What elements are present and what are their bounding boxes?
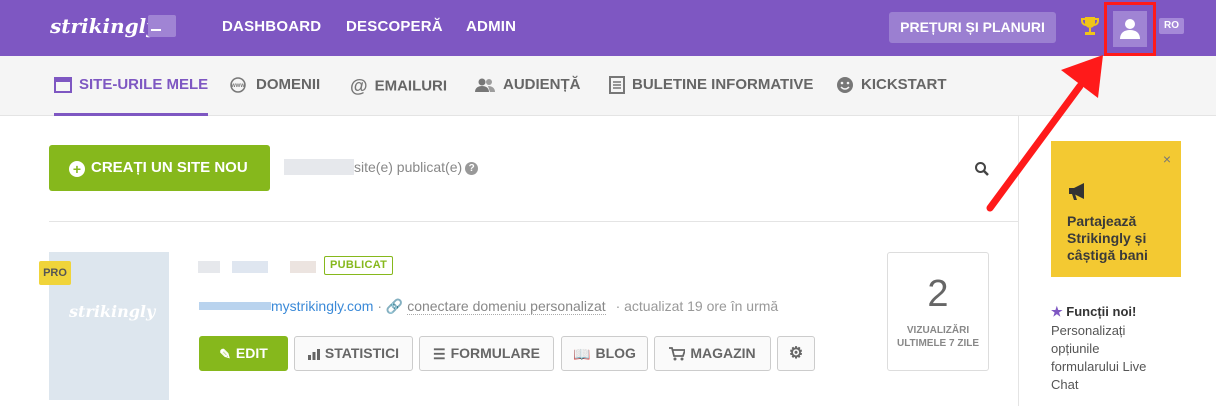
stats-label: STATISTICI [324, 345, 400, 361]
tab-label: EMAILURI [374, 77, 448, 95]
trophy-icon[interactable] [1080, 15, 1100, 37]
blog-label: BLOG [595, 345, 636, 361]
views-count: 2 [927, 273, 949, 315]
status-badge: PUBLICAT [324, 256, 394, 275]
smiley-icon [837, 77, 853, 94]
list-divider [49, 221, 1018, 222]
forms-button[interactable]: ☰ FORMULARE [419, 336, 554, 371]
blog-button[interactable]: 📖 BLOG [561, 336, 648, 371]
link-icon: 🔗 [385, 298, 404, 314]
strikingly-logo[interactable]: strikingly [50, 14, 158, 38]
svg-text:www: www [230, 83, 245, 89]
bar-chart-icon [307, 349, 320, 361]
store-label: MAGAZIN [690, 345, 756, 361]
tab-label: SITE-URILE MELE [79, 76, 209, 93]
tab-label: AUDIENȚĂ [503, 76, 581, 93]
new-features-title: ★ Funcții noi! [1051, 304, 1136, 320]
forms-label: FORMULARE [450, 345, 540, 361]
tab-domains[interactable]: www DOMENII [227, 76, 320, 116]
sub-navbar: SITE-URILE MELE www DOMENII @ EMAILURI AUD… [0, 56, 1216, 116]
stats-button[interactable]: STATISTICI [294, 336, 413, 371]
close-icon[interactable]: × [1163, 151, 1171, 167]
views-label: VIZUALIZĂRI [906, 325, 970, 336]
updated-text: · actualizat 19 ore în urmă [615, 298, 779, 314]
newsletter-icon [609, 76, 625, 95]
pro-badge: PRO [39, 261, 71, 285]
site-name-redacted[interactable] [198, 260, 316, 278]
search-icon[interactable] [974, 161, 990, 177]
user-menu-button[interactable] [1104, 2, 1156, 56]
www-icon: www [230, 77, 246, 93]
help-icon[interactable]: ? [465, 162, 479, 175]
promo-text: Partajează Strikingly și câștigă bani [1067, 213, 1148, 263]
redacted-subdomain [199, 302, 271, 310]
views-card: 2 VIZUALIZĂRI ULTIMELE 7 ZILE [887, 252, 989, 371]
sidebar-divider [1018, 116, 1019, 406]
site-url-link[interactable]: mystrikingly.com [271, 298, 373, 314]
browser-icon [54, 77, 72, 94]
gear-icon: ⚙ [788, 345, 804, 362]
tab-kickstart[interactable]: KICKSTART [836, 76, 947, 116]
list-icon: ☰ [433, 345, 446, 362]
nav-discover[interactable]: DESCOPERĂ [346, 18, 443, 35]
nav-dashboard[interactable]: DASHBOARD [222, 18, 321, 35]
pricing-button[interactable]: PREȚURI ȘI PLANURI [889, 12, 1056, 43]
users-icon [475, 78, 495, 93]
tab-label: BULETINE INFORMATIVE [632, 76, 814, 93]
published-count: site(e) publicat(e)? [284, 159, 479, 175]
pencil-icon: ✎ [219, 345, 231, 362]
user-icon [1120, 19, 1140, 39]
tab-my-sites[interactable]: SITE-URILE MELE [54, 76, 209, 116]
tab-newsletters[interactable]: BULETINE INFORMATIVE [609, 76, 813, 116]
tab-emails[interactable]: @ EMAILURI [350, 76, 447, 116]
tab-audience[interactable]: AUDIENȚĂ [474, 76, 581, 116]
thumbnail-logo: strikingly [69, 302, 156, 321]
megaphone-icon [1069, 183, 1084, 200]
connect-domain-link[interactable]: conectare domeniu personalizat [407, 298, 606, 315]
dot-separator: · [377, 298, 386, 314]
language-badge[interactable]: RO [1159, 18, 1184, 34]
new-features-description: Personalizați opțiunile formularului Liv… [1051, 323, 1147, 392]
edit-button[interactable]: ✎ EDIT [199, 336, 288, 371]
edit-label: EDIT [235, 345, 268, 361]
referral-promo-card[interactable]: × Partajează Strikingly și câștigă bani [1051, 141, 1181, 277]
redacted-count [284, 159, 354, 175]
nav-admin[interactable]: ADMIN [466, 18, 516, 35]
settings-button[interactable]: ⚙ [777, 336, 815, 371]
views-period: ULTIMELE 7 ZILE [896, 338, 980, 349]
at-icon: @ [350, 76, 368, 96]
top-navbar: strikingly DASHBOARD DESCOPERĂ ADMIN PRE… [0, 0, 1216, 56]
store-button[interactable]: MAGAZIN [654, 336, 771, 371]
tab-label: KICKSTART [861, 76, 947, 93]
published-count-label: site(e) publicat(e) [354, 159, 463, 175]
site-url-line: mystrikingly.com · 🔗 conectare domeniu p… [199, 298, 778, 315]
create-site-label: CREAȚI UN SITE NOU [91, 159, 248, 176]
create-site-button[interactable]: + CREAȚI UN SITE NOU [49, 145, 270, 191]
tab-label: DOMENII [256, 76, 321, 93]
site-switcher-icon[interactable] [148, 15, 176, 37]
new-features-label: Funcții noi! [1066, 304, 1137, 319]
star-icon: ★ [1051, 304, 1063, 319]
cart-icon [669, 347, 686, 361]
plus-circle-icon: + [69, 161, 85, 177]
book-icon: 📖 [573, 345, 591, 362]
